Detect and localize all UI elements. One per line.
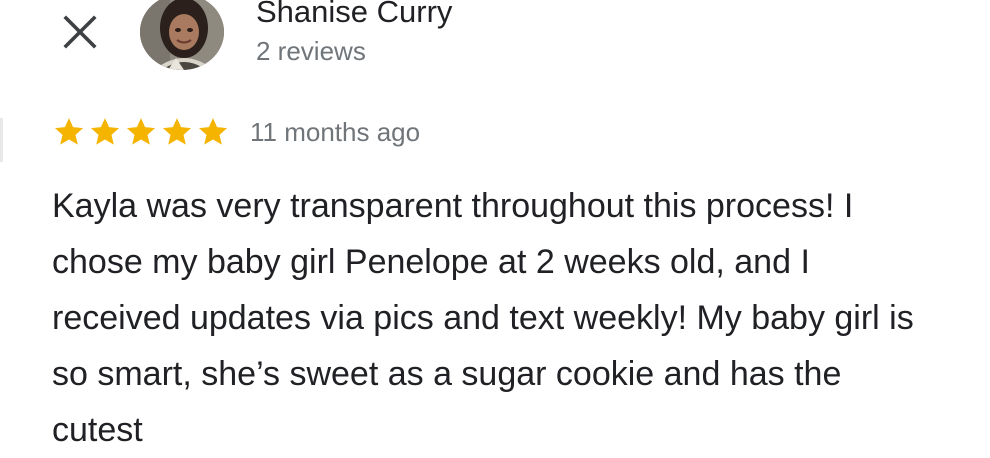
close-icon (63, 15, 97, 49)
avatar[interactable] (140, 0, 224, 70)
star-icon (126, 118, 156, 145)
star-icon (198, 118, 228, 145)
review-count: 2 reviews (256, 36, 366, 66)
star-icon (90, 118, 120, 145)
close-button[interactable] (58, 10, 102, 54)
star-icon (54, 118, 84, 145)
edge-divider (0, 118, 3, 162)
reviewer-photo (140, 0, 224, 70)
star-icon (162, 118, 192, 145)
review-text: Kayla was very transparent throughout th… (52, 187, 914, 449)
reviewer-name[interactable]: Shanise Curry (256, 0, 452, 32)
star-rating (52, 112, 232, 152)
review-time: 11 months ago (250, 117, 421, 147)
